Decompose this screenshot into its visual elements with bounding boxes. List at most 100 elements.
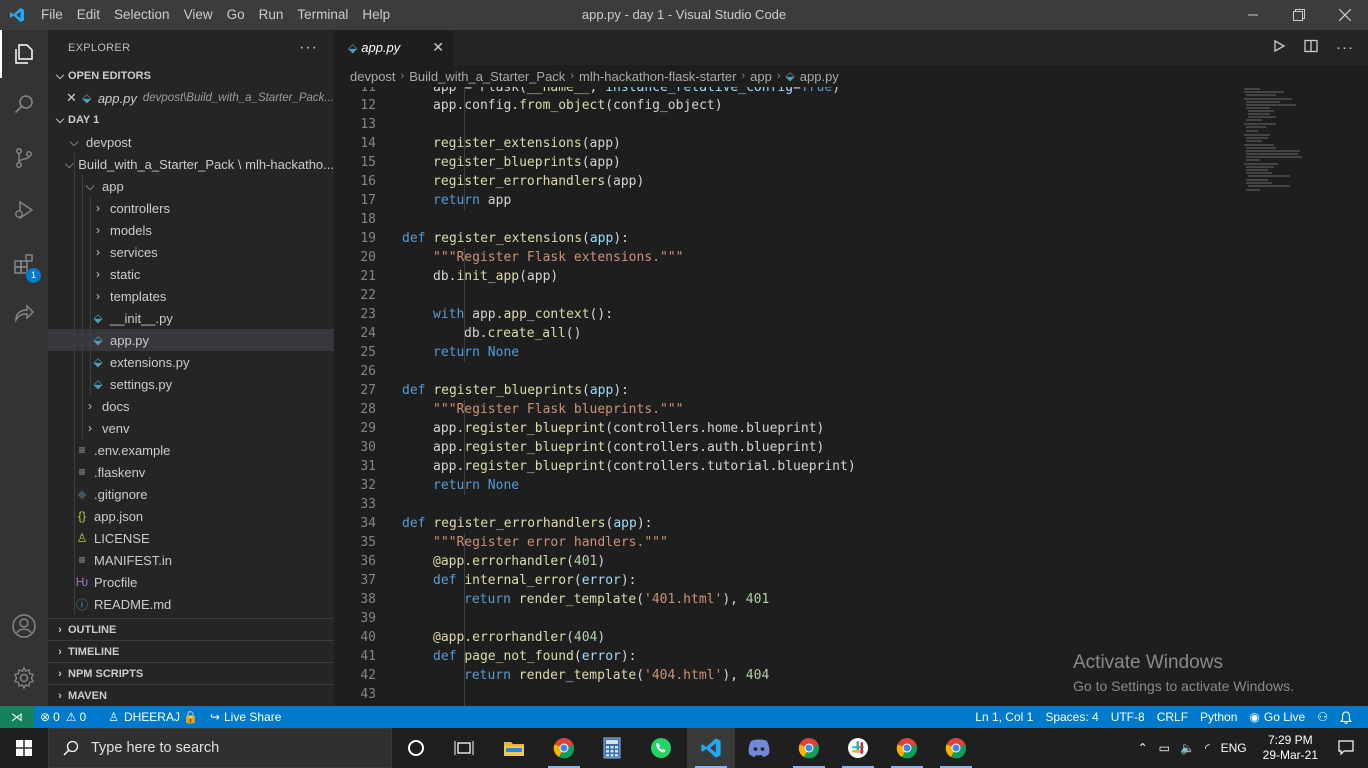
chrome-icon[interactable] <box>785 728 833 768</box>
cursor-position[interactable]: Ln 1, Col 1 <box>969 706 1039 728</box>
tree-folder[interactable]: › models <box>48 219 334 241</box>
run-file-icon[interactable] <box>1272 39 1286 56</box>
language-mode[interactable]: Python <box>1194 706 1243 728</box>
tree-folder[interactable]: ⌵ Build_with_a_Starter_Pack \ mlh-hackath… <box>48 153 334 175</box>
maven-section[interactable]: › MAVEN <box>48 684 334 706</box>
tree-file[interactable]: Ƕ Procfile <box>48 571 334 593</box>
windows-start-icon[interactable] <box>0 728 48 768</box>
notifications-bell-icon[interactable] <box>1334 706 1358 728</box>
live-share-button[interactable]: ↪ Live Share <box>204 706 287 728</box>
tree-folder[interactable]: ⌵ app <box>48 175 334 197</box>
extensions-icon[interactable]: 1 <box>0 240 48 288</box>
taskbar-search-box[interactable]: Type here to search <box>48 728 392 768</box>
tree-folder[interactable]: ⌵ devpost <box>48 131 334 153</box>
breadcrumb-item[interactable]: devpost <box>350 69 396 84</box>
close-editor-icon[interactable]: ✕ <box>66 90 80 106</box>
menu-view[interactable]: View <box>177 0 220 30</box>
tree-file[interactable]: ⬙ app.py <box>48 329 334 351</box>
input-language[interactable]: ENG <box>1215 741 1253 755</box>
battery-icon[interactable]: ▭ <box>1154 741 1175 755</box>
encoding[interactable]: UTF-8 <box>1105 706 1151 728</box>
clock[interactable]: 7:29 PM 29-Mar-21 <box>1253 733 1328 763</box>
run-debug-icon[interactable] <box>0 186 48 234</box>
outline-section[interactable]: › OUTLINE <box>48 618 334 640</box>
indentation[interactable]: Spaces: 4 <box>1039 706 1104 728</box>
tree-folder[interactable]: › services <box>48 241 334 263</box>
workspace-header[interactable]: ⌵ DAY 1 <box>48 109 334 131</box>
chevron-down-icon: ⌵ <box>55 113 65 126</box>
close-window-button[interactable] <box>1322 0 1368 30</box>
go-live-button[interactable]: ◉ Go Live <box>1243 706 1311 728</box>
breadcrumb-item[interactable]: Build_with_a_Starter_Pack <box>409 69 565 84</box>
open-editor-item[interactable]: ✕ ⬙ app.py devpost\Build_with_a_Starter_… <box>48 87 334 109</box>
tree-item-label: .flaskenv <box>94 464 146 480</box>
problems-indicator[interactable]: ⊗ 0 ⚠ 0 <box>34 706 92 728</box>
line-ending[interactable]: CRLF <box>1151 706 1194 728</box>
file-explorer-icon[interactable] <box>490 728 538 768</box>
calculator-icon[interactable] <box>588 728 636 768</box>
action-center-icon[interactable] <box>1328 739 1368 758</box>
wifi-icon[interactable]: ◜ <box>1200 741 1215 755</box>
tree-file[interactable]: ≡ .env.example <box>48 439 334 461</box>
menu-help[interactable]: Help <box>355 0 397 30</box>
more-actions-icon[interactable]: ··· <box>1336 39 1354 56</box>
tree-folder[interactable]: › templates <box>48 285 334 307</box>
tab-app-py[interactable]: ⬙ app.py ✕ <box>334 30 454 65</box>
vertical-scrollbar[interactable] <box>1354 87 1368 706</box>
tree-file[interactable]: ⓘ README.md <box>48 593 334 615</box>
split-editor-icon[interactable] <box>1304 39 1318 56</box>
menu-file[interactable]: File <box>34 0 70 30</box>
tree-file[interactable]: ◆ .gitignore <box>48 483 334 505</box>
accounts-icon[interactable] <box>0 602 48 650</box>
tree-folder[interactable]: › controllers <box>48 197 334 219</box>
chrome-icon[interactable] <box>883 728 931 768</box>
tree-file[interactable]: ⬙ extensions.py <box>48 351 334 373</box>
feedback-icon[interactable]: ⚇ <box>1311 706 1334 728</box>
breadcrumb-item[interactable]: mlh-hackathon-flask-starter <box>579 69 737 84</box>
menu-selection[interactable]: Selection <box>107 0 177 30</box>
chrome-icon[interactable] <box>540 728 588 768</box>
breadcrumb-item[interactable]: app.py <box>800 69 839 84</box>
breadcrumb-item[interactable]: app <box>750 69 772 84</box>
remote-indicator[interactable]: ⋊ <box>0 706 34 728</box>
whatsapp-icon[interactable] <box>637 728 685 768</box>
tree-folder[interactable]: › docs <box>48 395 334 417</box>
more-actions-icon[interactable]: ··· <box>299 39 318 57</box>
menu-edit[interactable]: Edit <box>70 0 107 30</box>
tree-file[interactable]: ⬙ __init__.py <box>48 307 334 329</box>
menu-terminal[interactable]: Terminal <box>290 0 355 30</box>
menu-run[interactable]: Run <box>252 0 291 30</box>
account-icon: ♙ <box>108 710 119 724</box>
code-editor[interactable]: 11 app = Flask(__name__, instance_relativ… <box>334 87 1234 706</box>
settings-gear-icon[interactable] <box>0 654 48 702</box>
slack-icon[interactable] <box>834 728 882 768</box>
explorer-icon[interactable] <box>0 30 48 78</box>
source-control-icon[interactable] <box>0 134 48 182</box>
tree-folder[interactable]: › venv <box>48 417 334 439</box>
account-indicator[interactable]: ♙ DHEERAJ 🔒 <box>102 706 204 728</box>
restore-button[interactable] <box>1276 0 1322 30</box>
minimize-button[interactable] <box>1230 0 1276 30</box>
tree-file[interactable]: ♙ LICENSE <box>48 527 334 549</box>
tree-file[interactable]: ≡ .flaskenv <box>48 461 334 483</box>
tree-file[interactable]: ⬙ settings.py <box>48 373 334 395</box>
live-share-icon[interactable] <box>0 290 48 338</box>
volume-icon[interactable]: 🔈 <box>1175 741 1200 755</box>
minimap[interactable] <box>1240 87 1320 207</box>
tree-file[interactable]: {} app.json <box>48 505 334 527</box>
code-line: 30 app.register_blueprint(controllers.aut… <box>334 438 1234 457</box>
discord-icon[interactable] <box>735 728 783 768</box>
chevron-up-icon[interactable]: ⌃ <box>1132 741 1154 755</box>
search-icon[interactable] <box>0 80 48 128</box>
task-view-icon[interactable] <box>440 728 488 768</box>
timeline-section[interactable]: › TIMELINE <box>48 640 334 662</box>
cortana-icon[interactable] <box>392 728 440 768</box>
close-tab-icon[interactable]: ✕ <box>432 39 444 56</box>
tree-file[interactable]: ≡ MANIFEST.in <box>48 549 334 571</box>
npm-scripts-section[interactable]: › NPM SCRIPTS <box>48 662 334 684</box>
chrome-icon[interactable] <box>932 728 980 768</box>
open-editors-header[interactable]: ⌵ OPEN EDITORS <box>48 65 334 87</box>
menu-go[interactable]: Go <box>220 0 252 30</box>
vscode-icon[interactable] <box>687 728 735 768</box>
tree-folder[interactable]: › static <box>48 263 334 285</box>
